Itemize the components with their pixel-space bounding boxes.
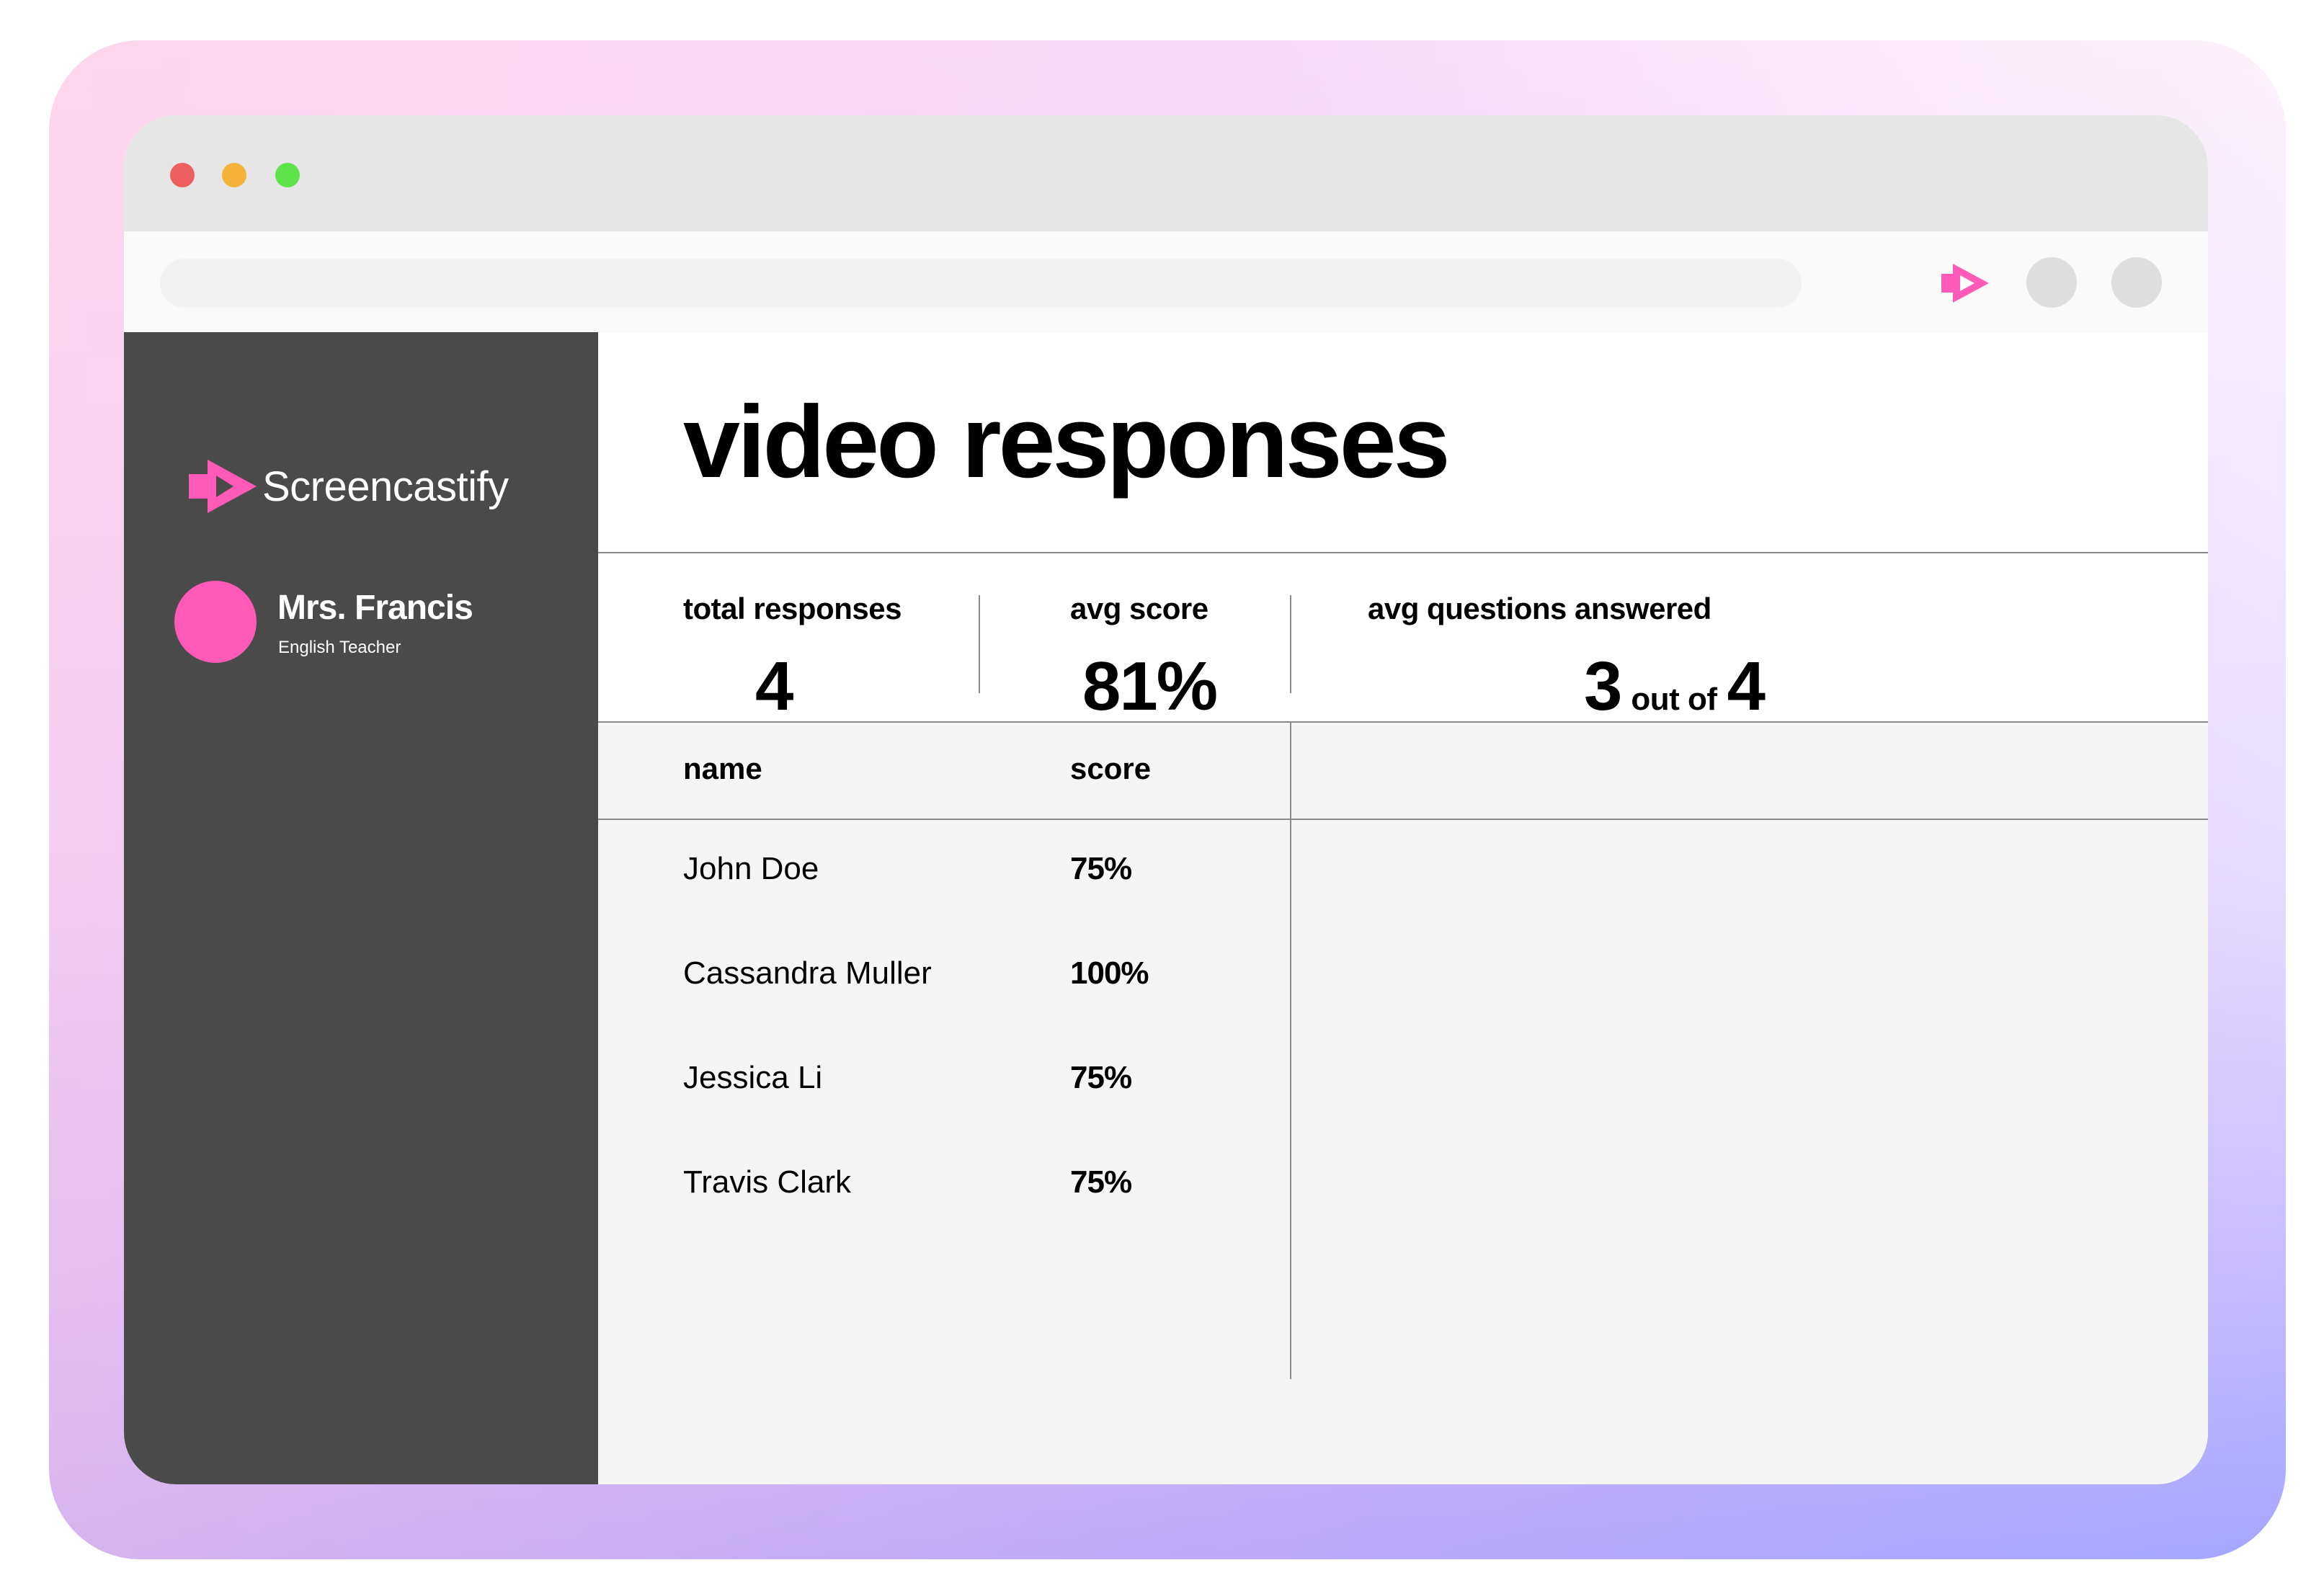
- student-score: 75%: [1070, 851, 1132, 886]
- close-window-button[interactable]: [170, 163, 195, 187]
- browser-window: Screencastify Mrs. Francis English Teach…: [124, 115, 2208, 1484]
- maximize-window-button[interactable]: [275, 163, 300, 187]
- header-divider: [598, 819, 2208, 820]
- table-column-divider: [1290, 721, 1291, 1379]
- address-bar[interactable]: [160, 259, 1802, 308]
- avatar[interactable]: [174, 581, 257, 663]
- avg-questions-label: avg questions answered: [1368, 592, 1711, 625]
- screencastify-icon[interactable]: [1940, 262, 1990, 304]
- profile-button[interactable]: [2026, 257, 2077, 308]
- minimize-window-button[interactable]: [222, 163, 246, 187]
- table-top-divider: [598, 721, 2208, 723]
- avg-score-value: 81%: [1082, 648, 1218, 725]
- student-name: John Doe: [683, 851, 819, 886]
- student-name: Cassandra Muller: [683, 955, 932, 991]
- student-score: 75%: [1070, 1164, 1132, 1200]
- student-score: 100%: [1070, 955, 1149, 991]
- browser-toolbar: [124, 231, 2208, 332]
- stats-top-divider: [598, 552, 2208, 553]
- main-content: video responses total responses 4 avg sc…: [598, 332, 2208, 1484]
- brand-logo[interactable]: Screencastify: [189, 458, 509, 514]
- stats-divider: [1290, 595, 1291, 693]
- brand-name: Screencastify: [262, 463, 509, 510]
- score-column-header[interactable]: score: [1070, 752, 1151, 786]
- questions-answered: 3: [1584, 648, 1622, 725]
- avg-questions-value: 3 out of 4: [1584, 652, 1766, 721]
- stats-divider: [979, 595, 980, 693]
- student-name: Jessica Li: [683, 1060, 823, 1095]
- menu-button[interactable]: [2111, 257, 2162, 308]
- page-title: video responses: [683, 385, 1451, 499]
- user-name: Mrs. Francis: [277, 589, 473, 627]
- responses-table: name score John Doe 75% Cassandra Muller…: [598, 721, 2208, 1484]
- window-titlebar: [124, 115, 2208, 231]
- name-column-header[interactable]: name: [683, 752, 762, 786]
- out-of-text: out of: [1631, 682, 1717, 717]
- user-role: English Teacher: [278, 638, 401, 657]
- sidebar: Screencastify Mrs. Francis English Teach…: [124, 332, 598, 1484]
- questions-total: 4: [1727, 648, 1766, 725]
- avg-score-label: avg score: [1070, 592, 1208, 625]
- total-responses-value: 4: [755, 648, 793, 725]
- total-responses-label: total responses: [683, 592, 902, 625]
- student-score: 75%: [1070, 1060, 1132, 1095]
- screencastify-logo-icon: [189, 460, 257, 513]
- student-name: Travis Clark: [683, 1164, 852, 1200]
